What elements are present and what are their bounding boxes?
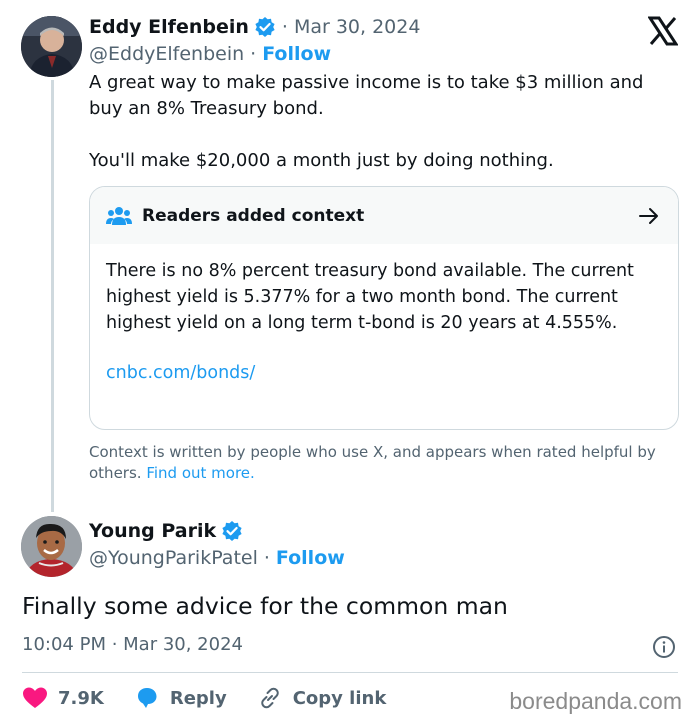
separator: ·	[250, 43, 257, 65]
link-icon	[260, 687, 279, 709]
readers-context-icon	[106, 206, 132, 226]
reply-label: Reply	[169, 687, 227, 709]
follow-button[interactable]: Follow	[262, 43, 331, 65]
separator: ·	[281, 16, 288, 38]
community-note[interactable]: Readers added context There is no 8% per…	[89, 186, 679, 430]
author-handle[interactable]: @YoungParikPatel	[89, 547, 258, 569]
divider	[22, 672, 678, 673]
watermark: boredpanda.com	[509, 688, 682, 714]
context-footer: Context is written by people who use X, …	[89, 442, 679, 484]
verified-badge-icon	[254, 16, 276, 38]
reply-author-row: Young Parik	[89, 520, 243, 542]
copy-link-button[interactable]: Copy link	[257, 686, 387, 710]
community-note-header[interactable]: Readers added context	[90, 187, 678, 244]
reply-text: Finally some advice for the common man	[22, 592, 508, 620]
community-note-body: There is no 8% percent treasury bond ava…	[90, 244, 678, 386]
tweet-date[interactable]: Mar 30, 2024	[294, 16, 421, 38]
copy-link-label: Copy link	[292, 687, 387, 709]
avatar[interactable]	[21, 16, 82, 77]
separator: ·	[263, 547, 270, 569]
community-note-text: There is no 8% percent treasury bond ava…	[106, 261, 634, 333]
reply-handle-row: @YoungParikPatel · Follow	[89, 547, 345, 569]
author-name[interactable]: Eddy Elfenbein	[89, 16, 249, 38]
tweet-author-row: Eddy Elfenbein · Mar 30, 2024	[89, 16, 420, 38]
like-count: 7.9K	[58, 687, 104, 709]
arrow-right-icon[interactable]	[638, 205, 660, 227]
community-note-title: Readers added context	[142, 205, 365, 226]
find-out-more-link[interactable]: Find out more.	[146, 464, 254, 482]
thread-line	[51, 80, 54, 512]
reply-timestamp[interactable]: 10:04 PM · Mar 30, 2024	[22, 634, 243, 655]
follow-button[interactable]: Follow	[276, 547, 345, 569]
community-note-link[interactable]: cnbc.com/bonds/	[106, 360, 662, 386]
author-name[interactable]: Young Parik	[89, 520, 216, 542]
reply-button[interactable]: Reply	[134, 686, 227, 710]
like-button[interactable]: 7.9K	[22, 686, 104, 710]
avatar[interactable]	[21, 516, 82, 577]
tweet-text-line: A great way to make passive income is to…	[89, 72, 644, 119]
tweet-text: A great way to make passive income is to…	[89, 70, 679, 174]
heart-icon	[23, 687, 47, 708]
info-icon[interactable]	[652, 635, 676, 659]
action-bar: 7.9K Reply Copy link	[22, 684, 416, 712]
reply-icon	[137, 688, 157, 708]
tweet-text-line: You'll make $20,000 a month just by doin…	[89, 150, 554, 171]
x-logo-icon[interactable]	[647, 16, 679, 46]
verified-badge-icon	[221, 520, 243, 542]
author-handle[interactable]: @EddyElfenbein	[89, 43, 244, 65]
tweet-handle-row: @EddyElfenbein · Follow	[89, 43, 331, 65]
